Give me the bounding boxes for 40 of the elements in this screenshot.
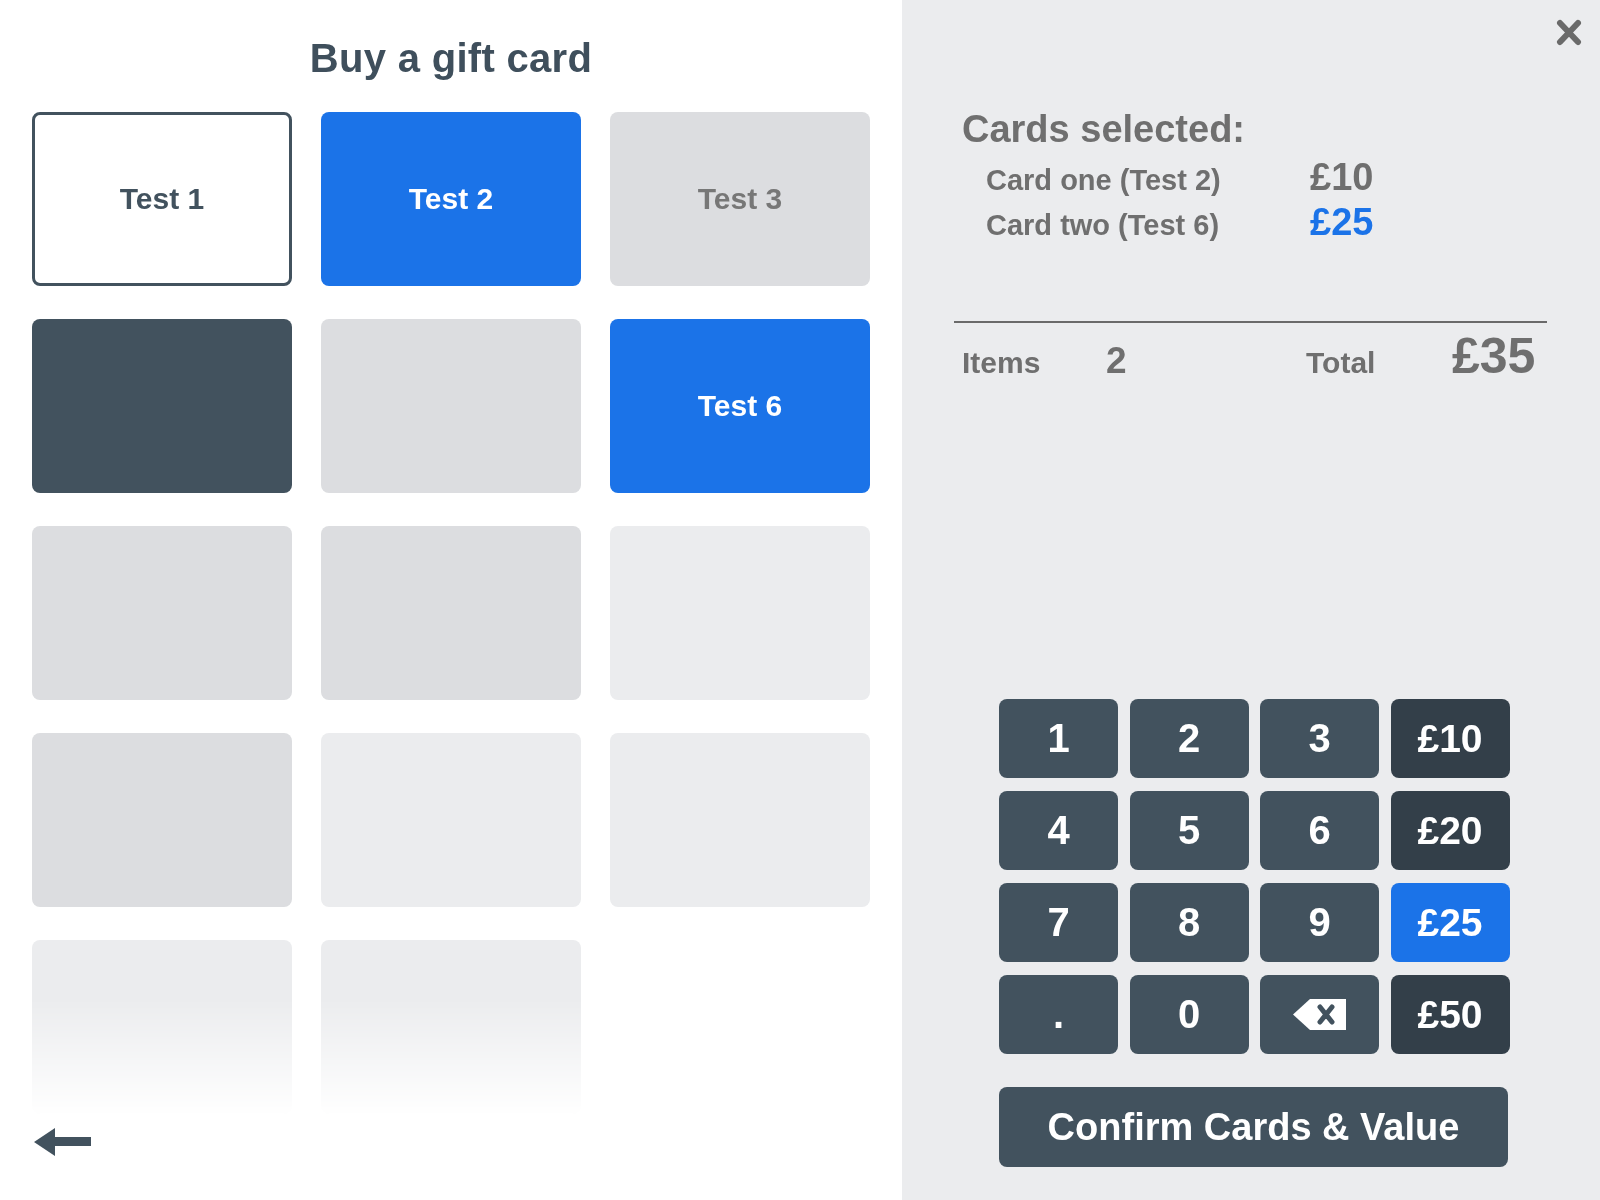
total-label: Total: [1306, 345, 1376, 381]
gift-card[interactable]: [321, 319, 581, 493]
card-line-label: Card two (Test 6): [986, 208, 1221, 243]
backspace-icon: [1293, 999, 1346, 1030]
page-title: Buy a gift card: [309, 35, 593, 82]
amount-key[interactable]: £50: [1390, 975, 1510, 1054]
items-count: 2: [1106, 339, 1127, 383]
total-amount: £35: [1452, 328, 1536, 384]
keypad-key[interactable]: 5: [1129, 791, 1249, 870]
card-line-amount: £10: [1310, 155, 1374, 200]
amount-key[interactable]: £20: [1390, 791, 1510, 870]
keypad-key[interactable]: 8: [1129, 883, 1249, 962]
gift-card[interactable]: Test 2: [321, 112, 581, 286]
amount-key[interactable]: £25: [1390, 883, 1510, 962]
keypad-key[interactable]: 6: [1260, 791, 1379, 870]
keypad-key[interactable]: 0: [1129, 975, 1249, 1054]
gift-card[interactable]: [32, 733, 292, 907]
close-button[interactable]: [1556, 19, 1582, 46]
gift-card[interactable]: [32, 319, 292, 493]
left-arrow-icon: [34, 1128, 91, 1156]
close-icon: [1556, 19, 1582, 46]
keypad-key[interactable]: 7: [999, 883, 1118, 962]
back-button[interactable]: [34, 1128, 91, 1156]
keypad-key[interactable]: 2: [1129, 699, 1249, 778]
keypad-key[interactable]: 3: [1260, 699, 1379, 778]
backspace-key[interactable]: [1260, 975, 1379, 1054]
gift-card[interactable]: Test 6: [610, 319, 870, 493]
items-label: Items: [962, 345, 1041, 381]
confirm-button[interactable]: Confirm Cards & Value: [999, 1087, 1508, 1167]
card-line-amount: £25: [1310, 200, 1374, 245]
keypad-key[interactable]: 9: [1260, 883, 1379, 962]
keypad-key[interactable]: 4: [999, 791, 1118, 870]
summary-heading: Cards selected:: [962, 107, 1245, 151]
gift-card[interactable]: Test 1: [32, 112, 292, 286]
keypad-key[interactable]: 1: [999, 699, 1118, 778]
gift-card[interactable]: [32, 526, 292, 700]
amount-key[interactable]: £10: [1390, 699, 1510, 778]
gift-card[interactable]: [321, 526, 581, 700]
card-line-label: Card one (Test 2): [986, 163, 1222, 198]
keypad-key[interactable]: .: [999, 975, 1118, 1054]
